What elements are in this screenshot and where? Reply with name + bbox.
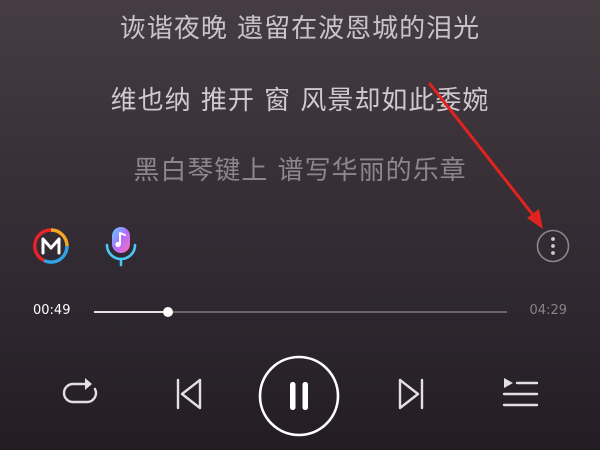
m-logo-button[interactable]: [32, 227, 70, 265]
seek-thumb[interactable]: [163, 307, 174, 317]
playlist-button[interactable]: [500, 375, 540, 411]
seek-track-fill: [94, 311, 169, 313]
next-button[interactable]: [396, 377, 426, 411]
previous-icon: [176, 378, 202, 410]
previous-button[interactable]: [174, 377, 204, 411]
pause-icon: [258, 355, 340, 437]
tool-row: [0, 225, 600, 269]
music-mic-icon: [105, 227, 137, 267]
repeat-button[interactable]: [60, 375, 100, 411]
current-time: 00:49: [33, 303, 71, 318]
more-options-button[interactable]: [534, 227, 572, 265]
total-time: 04:29: [529, 303, 567, 318]
repeat-icon: [62, 378, 98, 404]
seek-track[interactable]: [94, 307, 507, 317]
lyric-line-3: 黑白琴键上 谱写华丽的乐章: [133, 156, 467, 186]
more-vertical-icon: [536, 229, 570, 263]
lyric-line-1: 诙谐夜晚 遗留在波恩城的泪光: [119, 14, 481, 44]
next-icon: [398, 378, 424, 410]
karaoke-mic-button[interactable]: [102, 225, 140, 267]
lyric-line-2: 维也纳 推开 窗 风景却如此委婉: [110, 86, 490, 116]
progress-bar: 00:49 04:29: [0, 298, 600, 326]
m-logo-icon: [33, 228, 69, 264]
playback-controls: [0, 355, 600, 437]
pause-button[interactable]: [258, 355, 340, 437]
playlist-icon: [502, 378, 539, 407]
